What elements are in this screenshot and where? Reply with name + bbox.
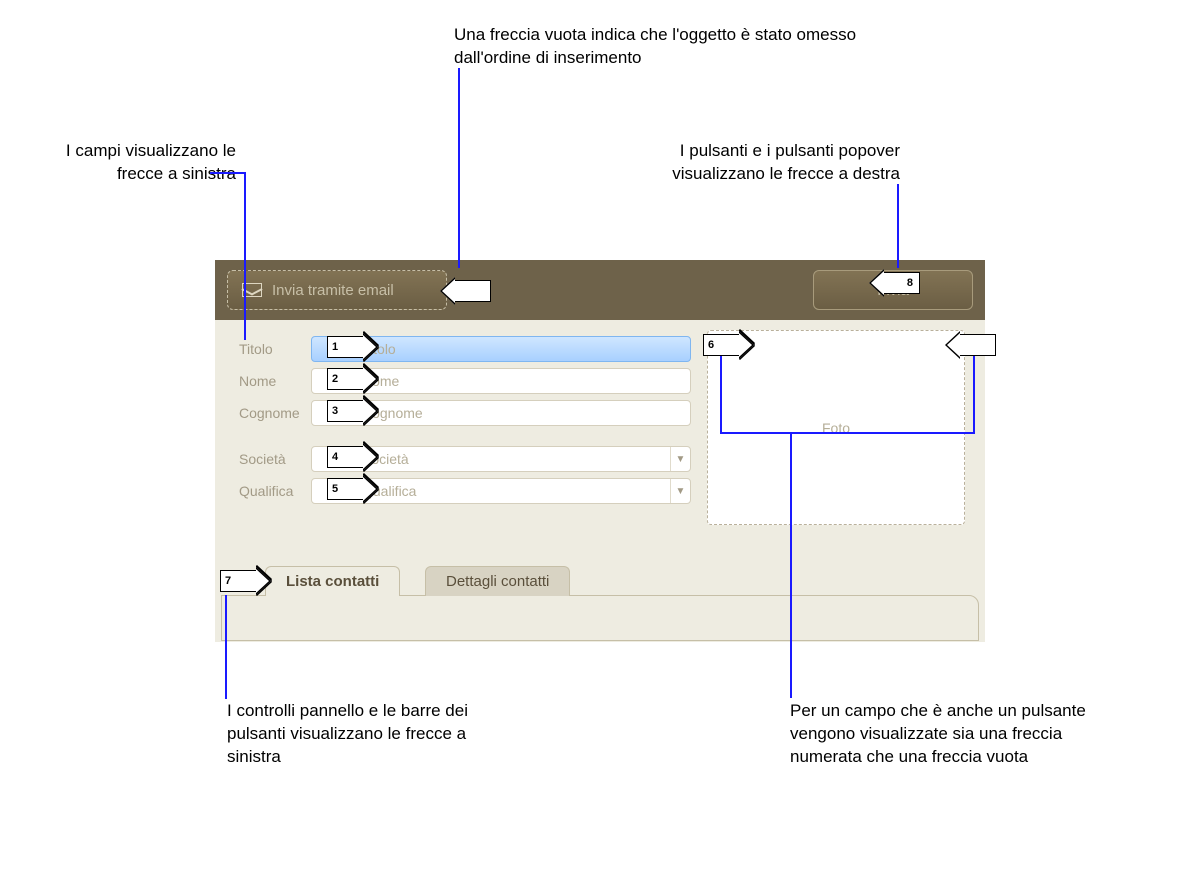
tab-dettagli-contatti[interactable]: Dettagli contatti xyxy=(425,566,570,596)
tab-arrow-6: 6 xyxy=(703,334,739,356)
leader-field-button-h xyxy=(720,432,975,434)
tab-body xyxy=(221,595,979,641)
chevron-down-icon[interactable]: ▼ xyxy=(670,447,690,471)
leader-field-button-v xyxy=(790,432,792,698)
callout-field-button: Per un campo che è anche un pulsante ven… xyxy=(790,700,1110,769)
tab-arrow-4: 4 xyxy=(327,446,363,468)
label-qualifica: Qualifica xyxy=(239,483,311,499)
leader-panel-controls xyxy=(225,595,227,699)
tab-arrow-8: 8 xyxy=(884,272,920,294)
leader-field-button-v3 xyxy=(973,350,975,432)
tab-arrow-2-num: 2 xyxy=(332,373,338,385)
leader-field-button-v2 xyxy=(720,350,722,432)
label-societa: Società xyxy=(239,451,311,467)
tab-arrow-email-empty xyxy=(455,280,491,302)
label-nome: Nome xyxy=(239,373,311,389)
tab-label-active: Lista contatti xyxy=(286,573,379,590)
tab-lista-contatti[interactable]: Lista contatti xyxy=(265,566,400,596)
tab-arrow-5-num: 5 xyxy=(332,483,338,495)
tab-arrow-4-num: 4 xyxy=(332,451,338,463)
send-email-label: Invia tramite email xyxy=(272,282,394,299)
label-titolo: Titolo xyxy=(239,341,311,357)
callout-panel-controls: I controlli pannello e le barre dei puls… xyxy=(227,700,497,769)
leader-fields-left-h xyxy=(210,172,245,174)
tab-label-inactive: Dettagli contatti xyxy=(446,573,549,590)
photo-container[interactable]: Foto xyxy=(707,330,965,525)
label-cognome: Cognome xyxy=(239,405,311,421)
tab-arrow-6-num: 6 xyxy=(708,339,714,351)
tab-arrow-3-num: 3 xyxy=(332,405,338,417)
tab-arrow-1: 1 xyxy=(327,336,363,358)
tab-arrow-3: 3 xyxy=(327,400,363,422)
leader-fields-left-v xyxy=(244,172,246,340)
tab-arrow-8-num: 8 xyxy=(907,277,915,289)
leader-buttons-right xyxy=(897,184,899,268)
chevron-down-icon[interactable]: ▼ xyxy=(670,479,690,503)
tab-arrow-photo-empty xyxy=(960,334,996,356)
leader-empty-arrow xyxy=(458,68,460,268)
send-email-button[interactable]: Invia tramite email xyxy=(227,270,447,310)
callout-empty-arrow: Una freccia vuota indica che l'oggetto è… xyxy=(454,24,874,70)
tab-panel: Lista contatti Dettagli contatti xyxy=(215,566,985,642)
tab-arrow-7-num: 7 xyxy=(225,575,231,587)
tab-arrow-5: 5 xyxy=(327,478,363,500)
callout-buttons-right: I pulsanti e i pulsanti popover visualiz… xyxy=(600,140,900,186)
tab-arrow-7: 7 xyxy=(220,570,256,592)
tab-arrow-1-num: 1 xyxy=(332,341,338,353)
tab-arrow-2: 2 xyxy=(327,368,363,390)
callout-fields-left: I campi visualizzano le frecce a sinistr… xyxy=(26,140,236,186)
